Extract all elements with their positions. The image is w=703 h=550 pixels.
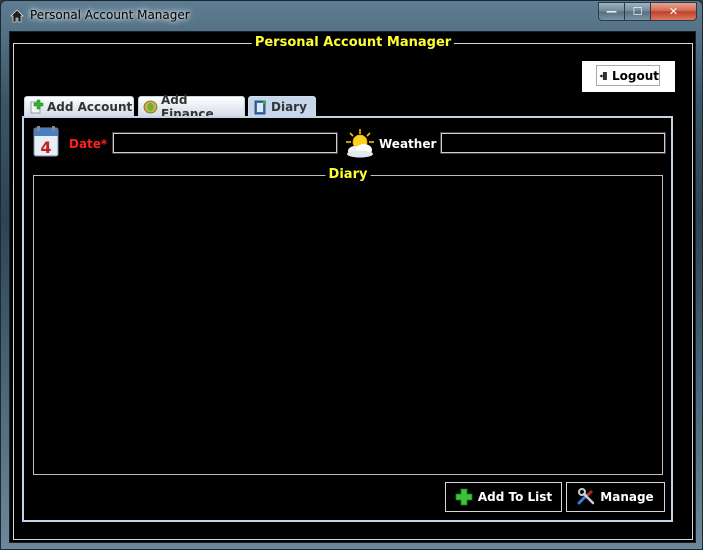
- manage-label: Manage: [600, 490, 654, 504]
- diary-group-title: Diary: [325, 167, 371, 182]
- close-icon: ✕: [668, 5, 679, 18]
- plus-icon: [455, 488, 473, 506]
- close-button[interactable]: ✕: [651, 2, 697, 21]
- money-icon: [143, 100, 158, 114]
- tab-diary[interactable]: Diary: [248, 96, 316, 117]
- svg-text:4: 4: [40, 138, 51, 157]
- date-label: Date* :: [69, 137, 117, 151]
- diary-icon: [254, 100, 266, 114]
- client-area: Personal Account Manager Logout Add Acco…: [9, 31, 696, 543]
- diary-panel: 4 Date* : Weather : Diary Add To List Ma…: [22, 116, 673, 522]
- weather-icon: [346, 129, 374, 158]
- logout-icon: [599, 71, 607, 80]
- tab-add-finance[interactable]: Add Finance: [138, 93, 245, 121]
- maximize-icon: ☐: [632, 5, 643, 18]
- diary-group: Diary: [33, 167, 663, 475]
- minimize-icon: —: [606, 5, 617, 18]
- diary-textarea[interactable]: [36, 184, 660, 472]
- add-icon: [30, 99, 44, 114]
- date-input[interactable]: [112, 132, 338, 154]
- window-title: Personal Account Manager: [30, 8, 190, 22]
- weather-label: Weather :: [379, 137, 446, 151]
- maximize-button[interactable]: ☐: [625, 2, 651, 21]
- logout-button[interactable]: Logout: [596, 65, 660, 86]
- add-to-list-label: Add To List: [477, 490, 553, 504]
- manage-button[interactable]: Manage: [566, 482, 665, 512]
- logout-container: Logout: [582, 61, 675, 92]
- home-icon: [10, 9, 24, 23]
- weather-input[interactable]: [440, 132, 666, 154]
- title-bar[interactable]: Personal Account Manager — ☐ ✕: [1, 1, 703, 31]
- tab-diary-label: Diary: [271, 100, 307, 114]
- logout-label: Logout: [611, 68, 659, 83]
- minimize-button[interactable]: —: [598, 2, 625, 21]
- tab-add-account[interactable]: Add Account: [24, 96, 134, 116]
- tab-add-account-label: Add Account: [47, 99, 133, 114]
- main-group-title: Personal Account Manager: [251, 35, 455, 50]
- tools-icon: [577, 488, 595, 505]
- calendar-icon: 4: [33, 126, 59, 157]
- app-window: Personal Account Manager — ☐ ✕ Personal …: [0, 0, 703, 550]
- add-to-list-button[interactable]: Add To List: [445, 482, 562, 512]
- window-controls: — ☐ ✕: [598, 2, 697, 22]
